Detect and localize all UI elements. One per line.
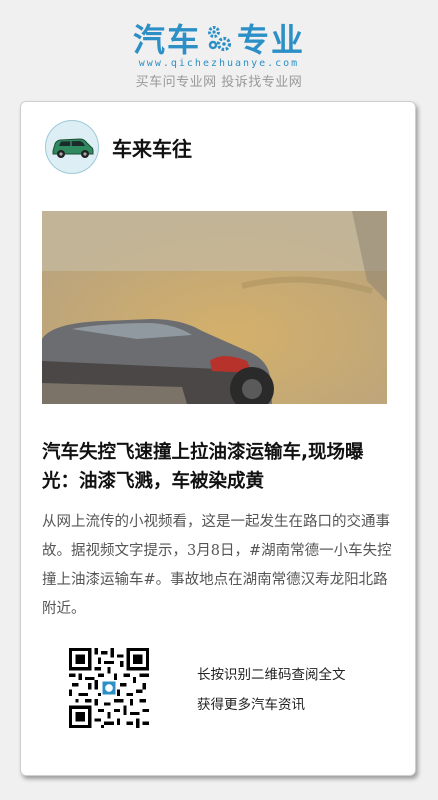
brand-name-right: 专业 [237,21,306,59]
accident-scene-image [42,211,387,404]
article-headline[interactable]: 汽车失控飞速撞上拉油漆运输车,现场曝光：油漆飞溅，车被染成黄 [42,438,392,496]
qr-code[interactable] [69,648,149,728]
qr-caption-line2: 获得更多汽车资讯 [197,697,305,713]
author-row[interactable]: 车来车往 [45,120,192,174]
car-icon [52,138,94,158]
avatar[interactable] [45,120,99,174]
qr-caption: 长按识别二维码查阅全文 获得更多汽车资讯 [197,660,346,720]
article-card: 车来车往 汽车失控飞速撞上拉油漆运输车,现场曝光：油漆飞溅，车被染成黄 从网上流… [20,101,416,776]
brand-slogan: 买车问专业网 投诉找专业网 [135,75,303,90]
qr-caption-line1: 长按识别二维码查阅全文 [197,667,346,683]
brand-header: 汽车 专业 www.qichezhuanye.com 买车问专业网 投诉找专业网 [0,18,438,90]
gear-icon [208,26,232,52]
brand-url: www.qichezhuanye.com [138,58,300,69]
article-image[interactable] [42,211,387,404]
brand-logo: 汽车 专业 [0,18,438,59]
author-name[interactable]: 车来车往 [112,133,192,162]
article-body: 从网上流传的小视频看，这是一起发生在路口的交通事故。据视频文字提示，3月8日，#… [42,514,392,617]
brand-name-left: 汽车 [132,21,201,59]
